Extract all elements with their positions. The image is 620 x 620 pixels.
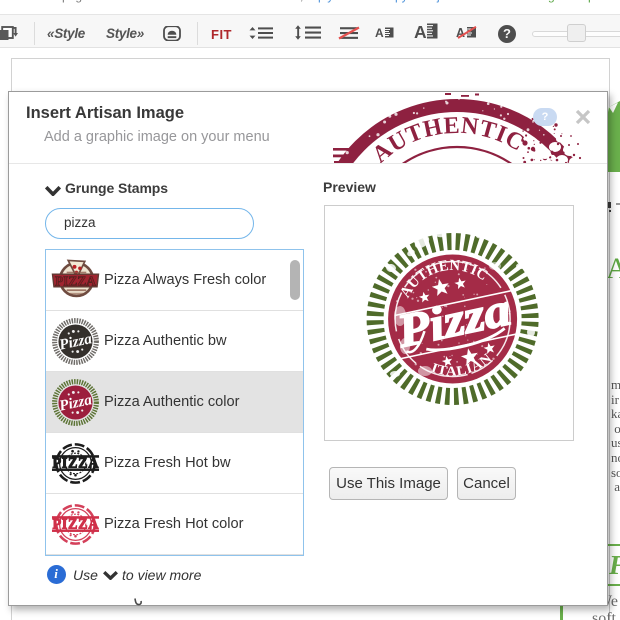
svg-text:PIZZA: PIZZA bbox=[55, 273, 96, 288]
svg-text:PIZZA: PIZZA bbox=[52, 455, 99, 471]
svg-text:PIZZA: PIZZA bbox=[52, 516, 99, 532]
